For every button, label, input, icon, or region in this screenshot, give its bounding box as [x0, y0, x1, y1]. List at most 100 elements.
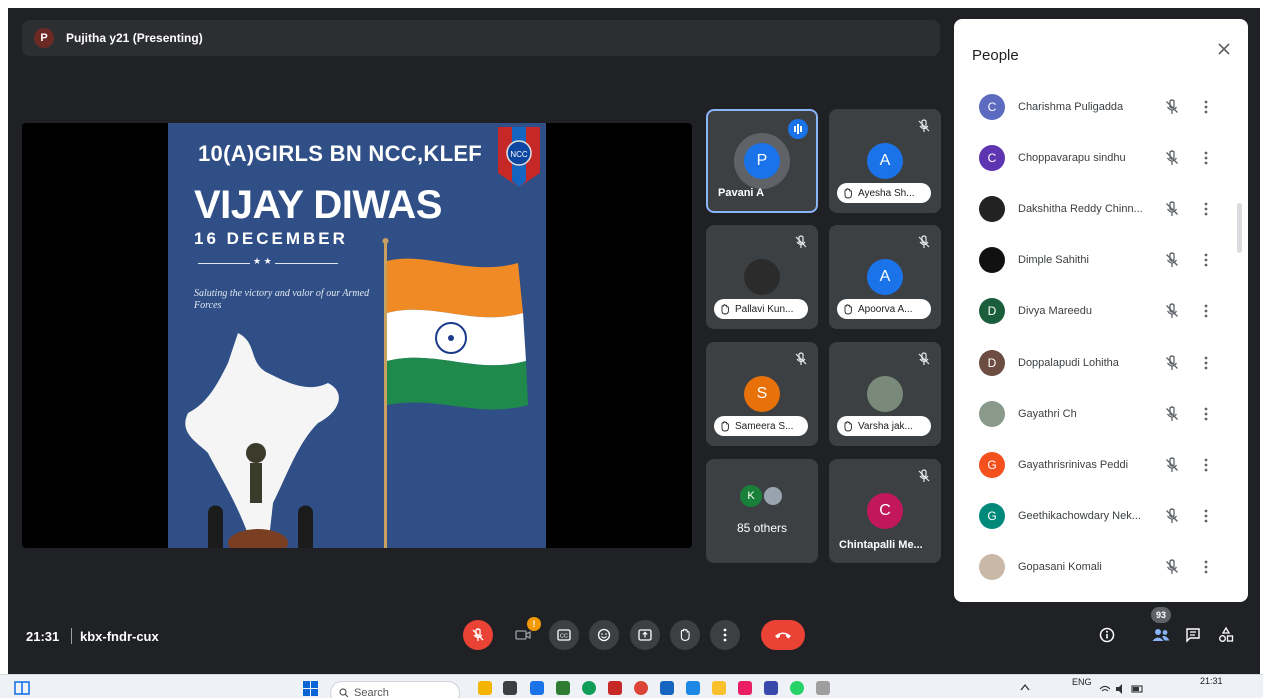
more-options-button[interactable] [710, 620, 740, 650]
raised-hand-icon [844, 187, 852, 198]
input-language[interactable]: ENG [1072, 677, 1092, 687]
more-vert-icon[interactable] [1204, 356, 1208, 370]
app-icon[interactable] [608, 681, 622, 695]
end-call-icon [775, 632, 791, 639]
participant-avatar: D [979, 349, 1005, 376]
chat-button[interactable] [1182, 624, 1204, 646]
present-button[interactable] [630, 620, 660, 650]
more-vert-icon[interactable] [1204, 100, 1208, 114]
raised-hand-icon [844, 303, 852, 314]
panel-title: People [972, 47, 1019, 64]
present-icon [638, 629, 652, 641]
activities-button[interactable] [1215, 624, 1237, 646]
participant-tile[interactable]: Varsha jak... [829, 342, 941, 446]
app-icon[interactable] [478, 681, 492, 695]
participant-tile[interactable]: C Chintapalli Me... [829, 459, 941, 563]
more-vert-icon[interactable] [1204, 304, 1208, 318]
divider [71, 628, 72, 644]
file-explorer-icon[interactable] [712, 681, 726, 695]
presenter-label: Pujitha y21 (Presenting) [66, 31, 203, 45]
participant-row[interactable]: G Geethikachowdary Nek... [954, 491, 1238, 542]
close-icon[interactable] [1216, 41, 1232, 57]
participants-count-badge: 93 [1151, 607, 1171, 623]
more-vert-icon[interactable] [1204, 458, 1208, 472]
more-vert-icon[interactable] [1204, 560, 1208, 574]
participant-name: Gayathri Ch [1018, 407, 1077, 420]
store-icon[interactable] [686, 681, 700, 695]
participant-tile[interactable]: P Pavani A [706, 109, 818, 213]
poster-subtitle: Saluting the victory and valor of our Ar… [194, 288, 370, 311]
scrollbar[interactable] [1237, 203, 1242, 253]
participant-row[interactable]: G Gayathrisrinivas Peddi [954, 439, 1238, 490]
participant-tile[interactable]: S Sameera S... [706, 342, 818, 446]
chrome-icon[interactable] [634, 681, 648, 695]
app-icon[interactable] [530, 681, 544, 695]
edge-icon[interactable] [582, 681, 596, 695]
widgets-icon[interactable] [14, 681, 30, 695]
participant-row[interactable]: Gopasani Komali [954, 542, 1238, 593]
mic-off-icon [795, 352, 807, 365]
app-icon[interactable] [738, 681, 752, 695]
avatar: P [744, 143, 780, 179]
search-placeholder: Search [354, 687, 389, 698]
participant-tile[interactable]: A Apoorva A... [829, 225, 941, 329]
mic-off-icon [795, 235, 807, 248]
windows-start-icon[interactable] [303, 681, 318, 696]
system-tray-icons[interactable] [1098, 683, 1146, 695]
system-clock[interactable]: 21:31 [1200, 676, 1223, 686]
meeting-details-button[interactable] [1096, 624, 1118, 646]
participant-tile[interactable]: Pallavi Kun... [706, 225, 818, 329]
others-tile[interactable]: K 85 others [706, 459, 818, 563]
more-vert-icon[interactable] [1204, 509, 1208, 523]
app-icon[interactable] [764, 681, 778, 695]
mic-off-icon [1166, 252, 1178, 268]
participant-name: Doppalapudi Lohitha [1018, 356, 1119, 369]
app-icon[interactable] [816, 681, 830, 695]
meet-window: P Pujitha y21 (Presenting) 10(A)GIRLS BN… [8, 8, 1260, 674]
reactions-button[interactable] [589, 620, 619, 650]
participant-row[interactable]: Gayathri Ch [954, 388, 1238, 439]
speaking-icon [788, 119, 808, 139]
more-vert-icon[interactable] [1204, 407, 1208, 421]
whatsapp-icon[interactable] [790, 681, 804, 695]
avatar: S [744, 376, 780, 412]
captions-button[interactable]: CC [549, 620, 579, 650]
mic-off-icon [1166, 406, 1178, 421]
participant-row[interactable]: Dimple Sahithi [954, 235, 1238, 286]
mic-toggle-button[interactable] [463, 620, 493, 650]
badge-text: NCC [510, 150, 528, 159]
india-flag-icon [382, 238, 528, 548]
more-vert-icon[interactable] [1204, 151, 1208, 165]
more-vert-icon[interactable] [1204, 202, 1208, 216]
chevron-up-icon[interactable] [1020, 683, 1030, 691]
leave-call-button[interactable] [761, 620, 805, 650]
raised-hand-icon [721, 303, 729, 314]
people-icon [1152, 629, 1170, 641]
raised-hand-icon [721, 420, 729, 431]
search-icon [339, 688, 349, 698]
participant-avatar: D [979, 298, 1005, 325]
app-icon[interactable] [503, 681, 517, 695]
participant-row[interactable]: D Divya Mareedu [954, 286, 1238, 337]
participant-row[interactable]: C Charishma Puligadda [954, 81, 1238, 132]
presentation-stage[interactable]: 10(A)GIRLS BN NCC,KLEF VIJAY DIWAS 16 DE… [22, 123, 692, 548]
participant-row[interactable]: Dakshitha Reddy Chinn... [954, 183, 1238, 234]
ncc-badge-icon: NCC [498, 127, 540, 187]
more-vert-icon [723, 628, 727, 642]
participant-row[interactable]: C Choppavarapu sindhu [954, 132, 1238, 183]
participant-row[interactable]: D Doppalapudi Lohitha [954, 337, 1238, 388]
participant-name: Charishma Puligadda [1018, 100, 1124, 113]
participant-name-pill: Apoorva A... [837, 299, 931, 319]
people-button[interactable] [1150, 624, 1172, 646]
raise-hand-button[interactable] [670, 620, 700, 650]
app-icon[interactable] [660, 681, 674, 695]
participant-name: Dakshitha Reddy Chinn... [1018, 202, 1143, 215]
more-vert-icon[interactable] [1204, 253, 1208, 267]
avatar: A [867, 143, 903, 179]
camera-icon [515, 630, 531, 640]
participant-tile[interactable]: A Ayesha Sh... [829, 109, 941, 213]
xbox-icon[interactable] [556, 681, 570, 695]
taskbar-search[interactable]: Search [330, 681, 460, 698]
presenter-bar: P Pujitha y21 (Presenting) [22, 20, 940, 56]
camera-toggle-button[interactable]: ! [508, 617, 541, 650]
